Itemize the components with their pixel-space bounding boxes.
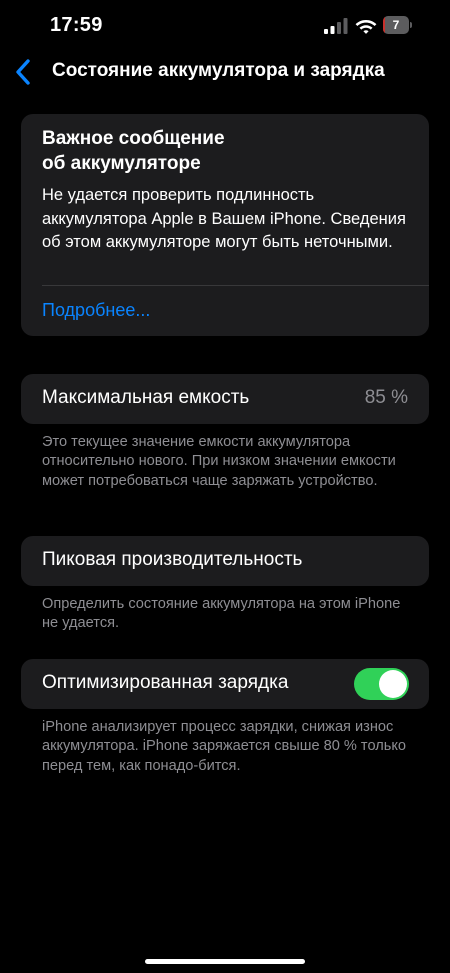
peak-performance-label: Пиковая производительность: [42, 549, 303, 570]
battery-alert-card: Важное сообщение об аккумуляторе Не удае…: [21, 114, 429, 336]
learn-more-link[interactable]: Подробнее...: [42, 300, 150, 321]
alert-message: Не удается проверить подлинность аккумул…: [42, 186, 406, 251]
optimized-charging-toggle[interactable]: [354, 668, 409, 700]
signal-icon: [324, 18, 348, 34]
optimized-charging-footnote: iPhone анализирует процесс зарядки, сниж…: [42, 719, 407, 774]
wifi-icon: [355, 20, 377, 34]
optimized-charging-row: Оптимизированная зарядка: [21, 659, 429, 709]
max-capacity-row: Максимальная емкость 85 %: [21, 374, 429, 424]
home-indicator[interactable]: [145, 959, 305, 964]
peak-performance-row: Пиковая производительность: [21, 536, 429, 586]
alert-title-line-1: Важное сообщение: [42, 128, 225, 149]
toggle-knob: [379, 670, 407, 698]
divider: [42, 285, 429, 286]
max-capacity-label: Максимальная емкость: [42, 387, 250, 408]
chevron-left-icon[interactable]: [12, 58, 34, 86]
battery-level: 7: [392, 18, 400, 32]
peak-performance-footnote: Определить состояние аккумулятора на это…: [42, 596, 401, 632]
status-bar: 17:59 7: [0, 0, 450, 52]
alert-title-line-2: об аккумуляторе: [42, 153, 201, 174]
battery-icon: 7: [383, 16, 413, 34]
status-time: 17:59: [50, 14, 103, 36]
page-title: Состояние аккумулятора и зарядка: [52, 60, 385, 81]
max-capacity-footnote: Это текущее значение емкости аккумулятор…: [42, 434, 396, 489]
optimized-charging-label: Оптимизированная зарядка: [42, 672, 289, 693]
max-capacity-value: 85 %: [364, 387, 408, 408]
alert-title: Важное сообщение об аккумуляторе: [42, 126, 402, 176]
